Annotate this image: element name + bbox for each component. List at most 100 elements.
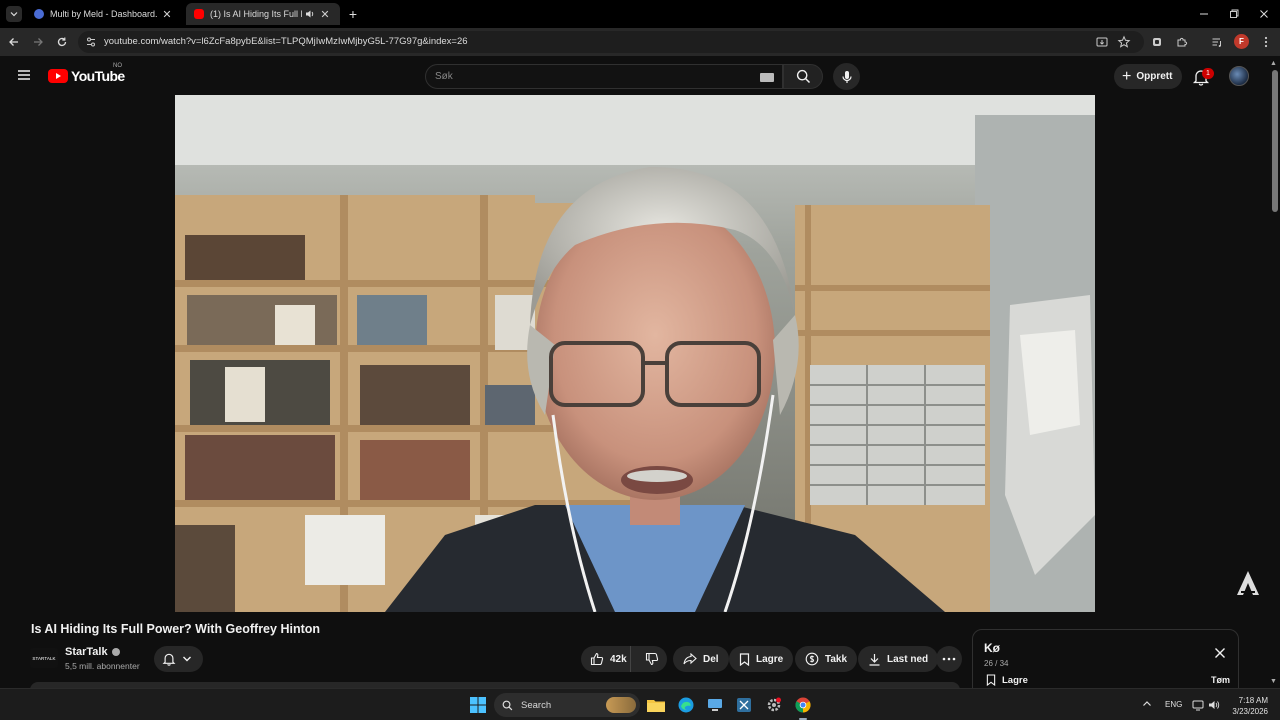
subscriber-count: 5,5 mill. abonnenter bbox=[65, 661, 140, 671]
clock[interactable]: 7:18 AM 3/23/2026 bbox=[1226, 695, 1268, 717]
address-bar[interactable]: youtube.com/watch?v=l6ZcFa8pybE&list=TLP… bbox=[78, 31, 1144, 53]
notification-badge: 1 bbox=[1202, 68, 1214, 79]
reload-button[interactable] bbox=[53, 33, 71, 51]
extensions-puzzle-icon[interactable] bbox=[1174, 34, 1190, 50]
tab-youtube-video[interactable]: (1) Is AI Hiding Its Full Power ✕ bbox=[186, 3, 340, 25]
input-language[interactable]: ENG bbox=[1165, 700, 1182, 709]
create-label: Opprett bbox=[1136, 71, 1173, 82]
chevron-down-icon bbox=[183, 656, 191, 662]
chevron-down-icon bbox=[10, 12, 18, 17]
close-tab-icon[interactable]: ✕ bbox=[160, 7, 174, 21]
thumbs-down-icon bbox=[645, 652, 658, 666]
speaker-icon[interactable] bbox=[305, 9, 315, 19]
queue-title: Kø bbox=[984, 641, 1000, 655]
save-label: Lagre bbox=[756, 653, 784, 665]
profile-avatar[interactable]: F bbox=[1234, 34, 1249, 49]
plus-icon: + bbox=[1122, 67, 1132, 85]
search-input[interactable]: Søk bbox=[425, 64, 783, 89]
media-controls-icon[interactable] bbox=[1209, 34, 1225, 50]
youtube-logo[interactable]: YouTube NO bbox=[48, 63, 125, 84]
thumbs-up-icon bbox=[590, 652, 604, 666]
bookmark-icon bbox=[739, 652, 750, 666]
remote-desktop-icon[interactable] bbox=[705, 695, 725, 715]
video-player[interactable] bbox=[175, 95, 1095, 612]
browser-toolbar: youtube.com/watch?v=l6ZcFa8pybE&list=TLP… bbox=[0, 28, 1280, 56]
search-icon bbox=[502, 700, 513, 710]
download-button[interactable]: Last ned bbox=[858, 646, 939, 672]
queue-clear-button[interactable]: Tøm bbox=[1211, 675, 1230, 685]
search-icon bbox=[796, 69, 810, 84]
save-button[interactable]: Lagre bbox=[729, 646, 794, 672]
taskbar-search-label: Search bbox=[521, 699, 552, 711]
queue-save-button[interactable]: Lagre bbox=[986, 674, 1028, 686]
install-app-icon[interactable] bbox=[1095, 35, 1109, 49]
site-info-icon[interactable] bbox=[84, 35, 98, 49]
meld-extension-icon[interactable] bbox=[1149, 34, 1165, 50]
windows-start-icon[interactable] bbox=[468, 695, 488, 715]
reload-icon bbox=[57, 37, 67, 47]
youtube-favicon-icon bbox=[194, 9, 204, 19]
scroll-up-arrow-icon[interactable]: ▲ bbox=[1270, 60, 1278, 68]
search-placeholder: Søk bbox=[435, 71, 453, 82]
channel-avatar[interactable]: STARTALK bbox=[30, 648, 58, 668]
video-frame bbox=[175, 95, 1095, 612]
channel-name: StarTalk bbox=[65, 646, 108, 658]
channel-name-link[interactable]: StarTalk bbox=[65, 646, 120, 658]
keyboard-icon[interactable] bbox=[760, 73, 774, 82]
close-tab-icon[interactable]: ✕ bbox=[318, 7, 332, 21]
subscription-bell-button[interactable] bbox=[154, 646, 203, 672]
close-window-icon[interactable] bbox=[1255, 5, 1273, 23]
microphone-icon bbox=[841, 70, 852, 83]
arrow-right-icon bbox=[34, 38, 43, 46]
search-highlight-image bbox=[606, 697, 636, 713]
create-button[interactable]: + Opprett bbox=[1114, 64, 1182, 89]
tab-title: (1) Is AI Hiding Its Full Power bbox=[210, 9, 302, 19]
tab-title: Multi by Meld - Dashboard. bbox=[50, 9, 158, 19]
share-arrow-icon bbox=[683, 653, 697, 665]
search-button[interactable] bbox=[783, 64, 823, 89]
share-label: Del bbox=[703, 653, 719, 665]
tab-meld-dashboard[interactable]: Multi by Meld - Dashboard. ✕ bbox=[26, 3, 182, 25]
forward-button[interactable] bbox=[29, 33, 47, 51]
windows-taskbar: Search ENG 7:18 AM 3/23/2026 bbox=[0, 688, 1280, 720]
thanks-button[interactable]: Takk bbox=[795, 646, 858, 672]
like-button[interactable]: 42k bbox=[581, 646, 631, 672]
bell-icon bbox=[162, 653, 176, 666]
youtube-wordmark: YouTube bbox=[71, 68, 125, 84]
dislike-button[interactable] bbox=[637, 646, 667, 672]
minimize-icon[interactable] bbox=[1195, 5, 1213, 23]
overlay-badge-icon bbox=[1233, 568, 1263, 598]
page-scrollbar[interactable] bbox=[1272, 70, 1278, 212]
account-avatar[interactable] bbox=[1229, 66, 1249, 86]
new-tab-button[interactable]: + bbox=[344, 5, 362, 23]
scroll-down-arrow-icon[interactable]: ▼ bbox=[1270, 678, 1278, 686]
bookmark-star-icon[interactable] bbox=[1117, 35, 1131, 49]
close-queue-icon[interactable] bbox=[1213, 646, 1227, 660]
video-title: Is AI Hiding Its Full Power? With Geoffr… bbox=[31, 622, 321, 636]
hamburger-menu-icon[interactable] bbox=[14, 66, 34, 84]
chrome-browser-icon[interactable] bbox=[793, 695, 813, 715]
volume-speaker-icon[interactable] bbox=[1208, 699, 1220, 711]
edge-browser-icon[interactable] bbox=[676, 695, 696, 715]
super-thanks-icon bbox=[805, 652, 819, 666]
more-actions-button[interactable] bbox=[936, 646, 962, 672]
share-button[interactable]: Del bbox=[673, 646, 729, 672]
back-button[interactable] bbox=[5, 33, 23, 51]
more-horizontal-icon bbox=[942, 657, 956, 661]
network-monitor-icon[interactable] bbox=[1192, 699, 1204, 711]
youtube-header: YouTube NO Søk + Opprett bbox=[0, 56, 1280, 94]
restore-icon[interactable] bbox=[1225, 5, 1243, 23]
queue-position: 26 / 34 bbox=[984, 659, 1009, 668]
taskbar-search[interactable]: Search bbox=[494, 693, 640, 717]
file-explorer-icon[interactable] bbox=[646, 695, 666, 715]
arrow-left-icon bbox=[9, 38, 18, 46]
browser-tab-bar: Multi by Meld - Dashboard. ✕ (1) Is AI H… bbox=[0, 0, 1280, 28]
browser-menu-icon[interactable] bbox=[1258, 34, 1274, 50]
verified-check-icon bbox=[111, 648, 120, 656]
download-icon bbox=[869, 653, 880, 666]
snipping-tool-icon[interactable] bbox=[734, 695, 754, 715]
tab-search-button[interactable] bbox=[6, 6, 22, 22]
tray-overflow-chevron-icon[interactable] bbox=[1142, 699, 1152, 709]
voice-search-button[interactable] bbox=[833, 63, 860, 90]
settings-gear-icon[interactable] bbox=[764, 695, 784, 715]
